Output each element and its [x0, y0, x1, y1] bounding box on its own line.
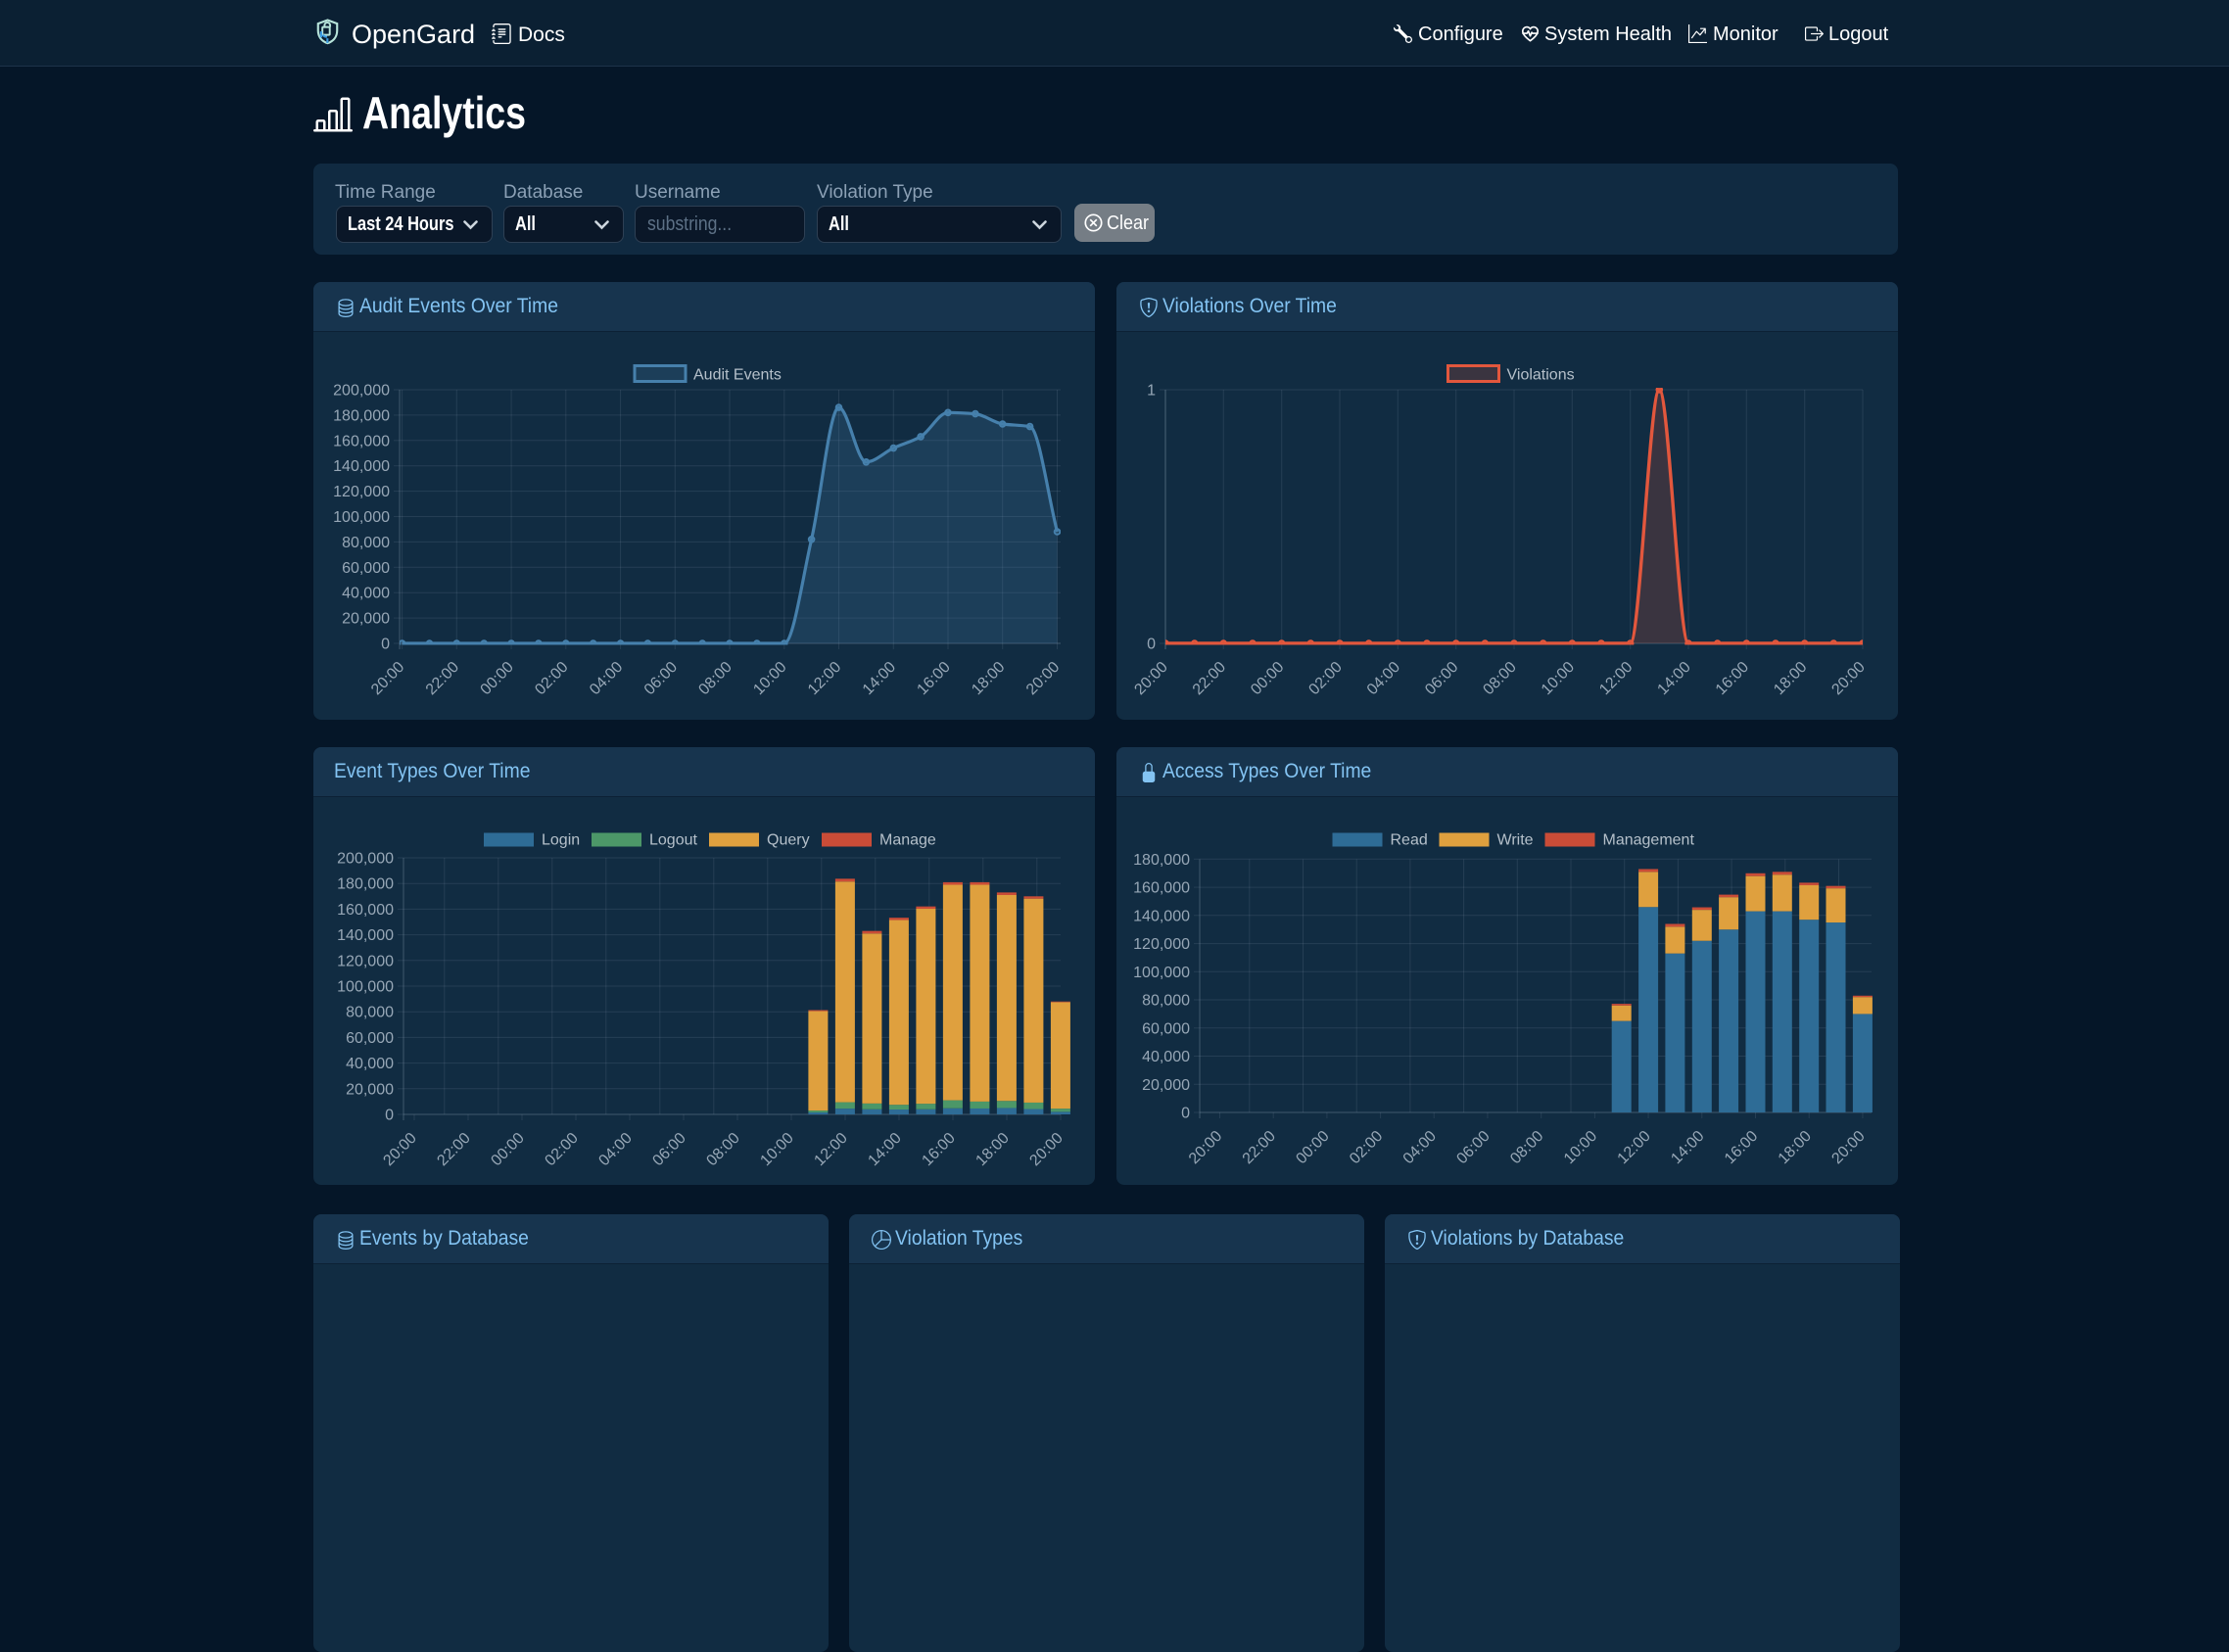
svg-text:Manage: Manage: [879, 832, 936, 849]
svg-text:08:00: 08:00: [695, 659, 735, 698]
svg-text:80,000: 80,000: [1142, 993, 1190, 1010]
svg-text:20:00: 20:00: [1186, 1128, 1225, 1167]
svg-text:Management: Management: [1603, 832, 1695, 849]
svg-text:160,000: 160,000: [337, 902, 394, 919]
svg-text:Read: Read: [1391, 832, 1428, 849]
svg-text:18:00: 18:00: [1776, 1128, 1815, 1167]
svg-text:02:00: 02:00: [1305, 659, 1345, 698]
svg-text:02:00: 02:00: [1347, 1128, 1386, 1167]
svg-text:02:00: 02:00: [542, 1130, 581, 1169]
svg-text:120,000: 120,000: [1133, 936, 1190, 953]
svg-text:18:00: 18:00: [969, 659, 1008, 698]
svg-text:Login: Login: [542, 832, 580, 849]
svg-text:200,000: 200,000: [337, 851, 394, 868]
svg-text:Analytics: Analytics: [362, 87, 526, 138]
svg-text:16:00: 16:00: [1713, 659, 1752, 698]
svg-text:14:00: 14:00: [860, 659, 899, 698]
svg-text:60,000: 60,000: [342, 560, 390, 577]
svg-text:14:00: 14:00: [865, 1130, 904, 1169]
svg-text:1: 1: [1147, 383, 1156, 400]
svg-text:00:00: 00:00: [1248, 659, 1287, 698]
svg-text:10:00: 10:00: [1561, 1128, 1600, 1167]
svg-text:40,000: 40,000: [1142, 1049, 1190, 1065]
svg-text:08:00: 08:00: [1480, 659, 1519, 698]
svg-text:60,000: 60,000: [1142, 1020, 1190, 1037]
svg-text:20:00: 20:00: [368, 659, 407, 698]
svg-text:02:00: 02:00: [532, 659, 571, 698]
svg-text:10:00: 10:00: [750, 659, 789, 698]
svg-text:18:00: 18:00: [1771, 659, 1810, 698]
svg-text:0: 0: [1181, 1106, 1190, 1122]
svg-text:04:00: 04:00: [587, 659, 626, 698]
svg-text:20,000: 20,000: [346, 1081, 394, 1098]
svg-text:Violations: Violations: [1507, 367, 1575, 384]
svg-text:22:00: 22:00: [434, 1130, 473, 1169]
svg-text:160,000: 160,000: [1133, 880, 1190, 897]
svg-text:160,000: 160,000: [333, 433, 390, 449]
svg-text:12:00: 12:00: [805, 659, 844, 698]
svg-text:16:00: 16:00: [1722, 1128, 1761, 1167]
svg-text:40,000: 40,000: [342, 586, 390, 602]
svg-text:16:00: 16:00: [914, 659, 953, 698]
svg-text:20:00: 20:00: [1828, 659, 1868, 698]
svg-text:Write: Write: [1497, 832, 1534, 849]
svg-text:40,000: 40,000: [346, 1056, 394, 1072]
svg-text:20,000: 20,000: [342, 611, 390, 628]
svg-text:100,000: 100,000: [1133, 965, 1190, 981]
svg-text:06:00: 06:00: [649, 1130, 688, 1169]
svg-text:18:00: 18:00: [972, 1130, 1012, 1169]
svg-text:100,000: 100,000: [337, 979, 394, 996]
svg-text:16:00: 16:00: [919, 1130, 958, 1169]
svg-text:00:00: 00:00: [478, 659, 517, 698]
svg-text:200,000: 200,000: [333, 383, 390, 400]
svg-text:0: 0: [381, 637, 390, 653]
svg-text:Logout: Logout: [649, 832, 697, 849]
svg-text:20,000: 20,000: [1142, 1077, 1190, 1094]
svg-text:12:00: 12:00: [811, 1130, 850, 1169]
svg-text:10:00: 10:00: [757, 1130, 796, 1169]
svg-text:04:00: 04:00: [595, 1130, 635, 1169]
svg-text:06:00: 06:00: [1422, 659, 1461, 698]
svg-text:100,000: 100,000: [333, 509, 390, 526]
svg-text:12:00: 12:00: [1596, 659, 1636, 698]
svg-text:140,000: 140,000: [333, 458, 390, 475]
svg-text:120,000: 120,000: [333, 484, 390, 500]
svg-text:180,000: 180,000: [1133, 852, 1190, 869]
svg-text:120,000: 120,000: [337, 953, 394, 969]
svg-text:04:00: 04:00: [1364, 659, 1403, 698]
svg-text:00:00: 00:00: [488, 1130, 527, 1169]
svg-text:0: 0: [385, 1108, 394, 1124]
svg-text:180,000: 180,000: [333, 407, 390, 424]
svg-text:10:00: 10:00: [1539, 659, 1578, 698]
svg-text:12:00: 12:00: [1615, 1128, 1654, 1167]
svg-text:04:00: 04:00: [1400, 1128, 1440, 1167]
svg-text:60,000: 60,000: [346, 1030, 394, 1047]
svg-text:180,000: 180,000: [337, 876, 394, 893]
svg-text:Query: Query: [767, 832, 810, 849]
svg-text:14:00: 14:00: [1654, 659, 1693, 698]
svg-text:140,000: 140,000: [1133, 908, 1190, 924]
svg-text:Audit Events: Audit Events: [693, 367, 782, 384]
svg-text:20:00: 20:00: [1828, 1128, 1868, 1167]
svg-text:20:00: 20:00: [1131, 659, 1170, 698]
svg-text:140,000: 140,000: [337, 927, 394, 944]
svg-text:20:00: 20:00: [1023, 659, 1063, 698]
svg-text:22:00: 22:00: [1190, 659, 1229, 698]
svg-text:20:00: 20:00: [380, 1130, 419, 1169]
svg-text:08:00: 08:00: [703, 1130, 742, 1169]
svg-text:08:00: 08:00: [1507, 1128, 1546, 1167]
svg-text:06:00: 06:00: [1453, 1128, 1493, 1167]
svg-text:14:00: 14:00: [1668, 1128, 1707, 1167]
svg-text:80,000: 80,000: [342, 535, 390, 551]
svg-text:20:00: 20:00: [1026, 1130, 1066, 1169]
svg-text:22:00: 22:00: [1240, 1128, 1279, 1167]
svg-text:22:00: 22:00: [423, 659, 462, 698]
svg-text:00:00: 00:00: [1293, 1128, 1332, 1167]
svg-text:0: 0: [1147, 637, 1156, 653]
svg-text:06:00: 06:00: [641, 659, 681, 698]
svg-text:80,000: 80,000: [346, 1005, 394, 1021]
